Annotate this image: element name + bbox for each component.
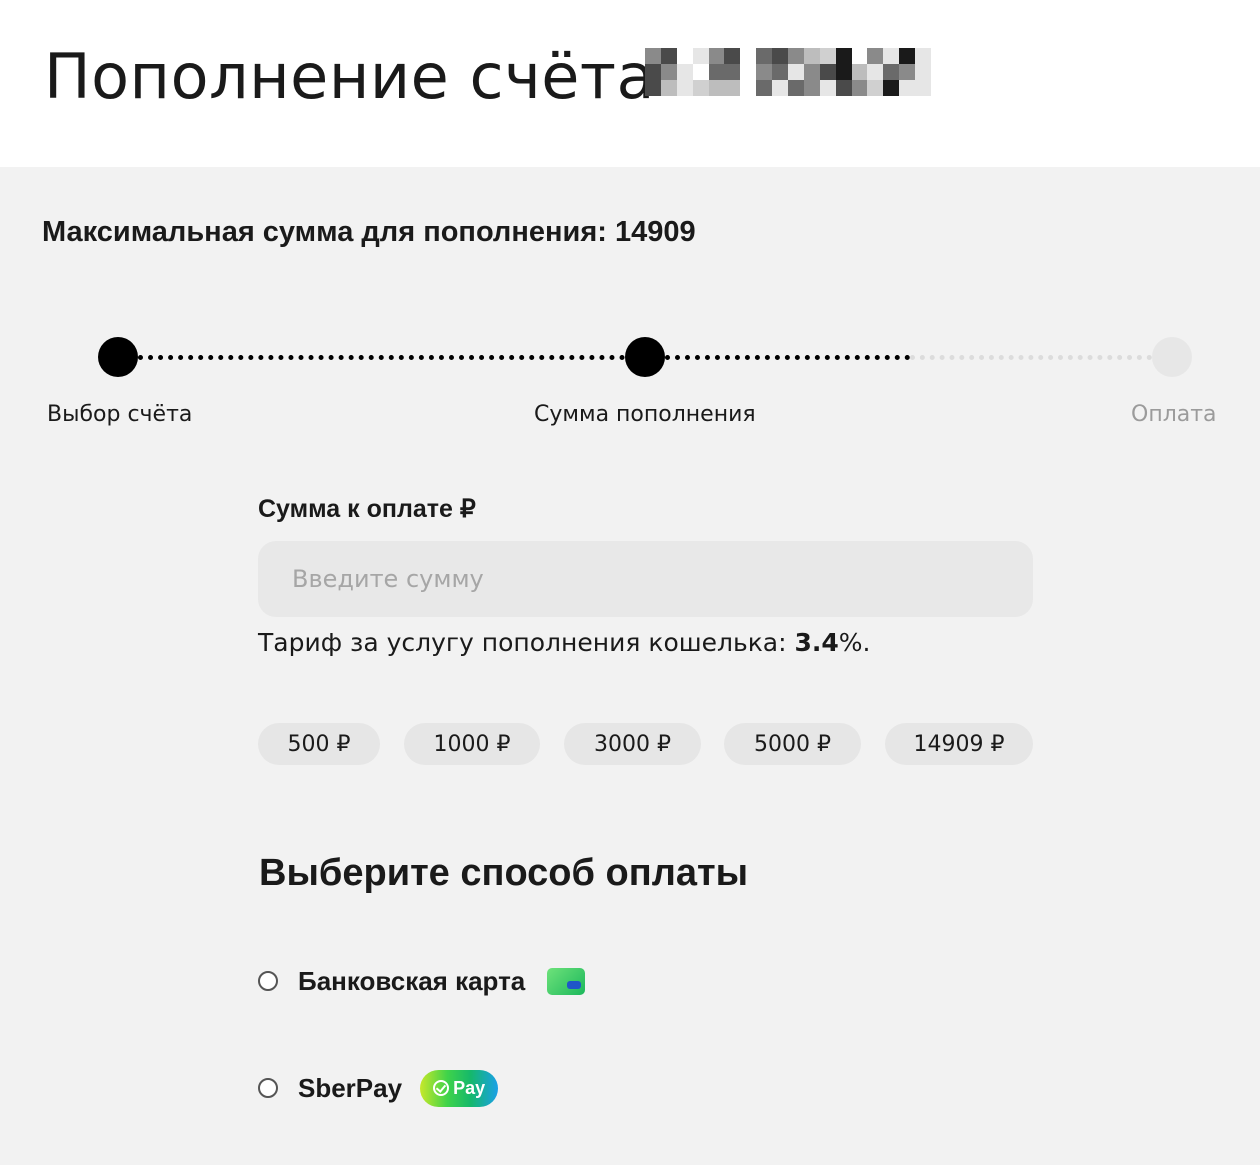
step-2-indicator	[625, 337, 665, 377]
redaction-pixel	[740, 80, 757, 96]
payment-method-sberpay[interactable]: SberPay Pay	[258, 1068, 499, 1108]
redaction-pixel	[803, 64, 820, 80]
redaction-pixel	[708, 48, 725, 64]
stepper-line-1	[138, 355, 625, 360]
redaction-pixel	[851, 64, 868, 80]
redaction-pixel	[772, 48, 788, 64]
redaction-pixel	[692, 80, 709, 96]
step-2-label: Сумма пополнения	[534, 402, 756, 427]
redaction-pixel	[803, 80, 820, 96]
redaction-pixel	[899, 64, 916, 80]
redaction-pixel	[899, 80, 916, 96]
redaction-pixel	[867, 80, 884, 96]
redaction-pixel	[645, 48, 661, 64]
redaction-pixel	[883, 64, 900, 80]
progress-stepper: Выбор счёта Сумма пополнения Оплата	[0, 330, 1260, 440]
tariff-text: Тариф за услугу пополнения кошелька: 3.4…	[258, 628, 871, 657]
redaction-pixel	[645, 80, 661, 96]
redaction-pixel	[803, 48, 820, 64]
payment-method-card[interactable]: Банковская карта	[258, 961, 586, 1001]
quick-amount-1000-button[interactable]: 1000 ₽	[404, 723, 540, 765]
sberpay-label: SberPay	[298, 1072, 403, 1103]
redaction-pixel	[835, 64, 852, 80]
redaction-pixel	[676, 48, 693, 64]
tariff-suffix: %.	[838, 628, 871, 657]
quick-amount-500-button[interactable]: 500 ₽	[258, 723, 380, 765]
redaction-pixel	[740, 64, 757, 80]
redaction-pixel	[867, 64, 884, 80]
step-1-label: Выбор счёта	[47, 402, 193, 427]
redaction-pixel	[724, 80, 741, 96]
redaction-pixel	[772, 64, 788, 80]
redaction-pixel	[883, 48, 900, 64]
quick-amount-max-button[interactable]: 14909 ₽	[885, 723, 1033, 765]
account-number-redacted	[645, 48, 931, 96]
redaction-pixel	[724, 64, 741, 80]
redaction-pixel	[788, 48, 804, 64]
card-radio[interactable]	[258, 971, 278, 991]
redaction-pixel	[835, 80, 852, 96]
stepper-line-3	[910, 355, 1152, 360]
check-icon	[433, 1080, 450, 1096]
card-label: Банковская карта	[298, 965, 526, 996]
sberpay-badge-text: Pay	[453, 1077, 486, 1098]
redaction-pixel	[660, 64, 677, 80]
stepper-line-2	[665, 355, 910, 360]
redaction-pixel	[867, 48, 884, 64]
sberpay-radio[interactable]	[258, 1078, 278, 1098]
page-header: Пополнение счёта	[0, 0, 1260, 167]
amount-input[interactable]	[258, 541, 1033, 617]
tariff-prefix: Тариф за услугу пополнения кошелька:	[258, 628, 795, 657]
amount-label: Сумма к оплате ₽	[258, 495, 476, 523]
redaction-pixel	[883, 80, 900, 96]
redaction-pixel	[708, 64, 725, 80]
redaction-pixel	[660, 80, 677, 96]
redaction-pixel	[819, 64, 836, 80]
redaction-pixel	[819, 80, 836, 96]
redaction-pixel	[740, 48, 757, 64]
redaction-pixel	[676, 64, 693, 80]
redaction-pixel	[756, 80, 773, 96]
redaction-pixel	[851, 48, 868, 64]
sberpay-icon: Pay	[420, 1069, 499, 1107]
redaction-pixel	[645, 64, 661, 80]
redaction-pixel	[708, 80, 725, 96]
page-title: Пополнение счёта	[44, 40, 655, 113]
step-3-indicator	[1152, 337, 1192, 377]
redaction-pixel	[915, 64, 931, 80]
payment-method-title: Выберите способ оплаты	[259, 852, 749, 894]
redaction-pixel	[772, 80, 788, 96]
redaction-pixel	[692, 64, 709, 80]
redaction-pixel	[692, 48, 709, 64]
redaction-pixel	[788, 80, 804, 96]
redaction-pixel	[835, 48, 852, 64]
max-sum-text: Максимальная сумма для пополнения: 14909	[42, 216, 696, 248]
bank-card-icon	[547, 967, 586, 995]
redaction-pixel	[915, 80, 931, 96]
redaction-pixel	[724, 48, 741, 64]
redaction-pixel	[788, 64, 804, 80]
step-3-label: Оплата	[1131, 402, 1217, 427]
quick-amount-3000-button[interactable]: 3000 ₽	[564, 723, 701, 765]
redaction-pixel	[756, 48, 773, 64]
quick-amount-5000-button[interactable]: 5000 ₽	[724, 723, 861, 765]
redaction-pixel	[660, 48, 677, 64]
redaction-pixel	[756, 64, 773, 80]
redaction-pixel	[819, 48, 836, 64]
redaction-pixel	[915, 48, 931, 64]
redaction-pixel	[676, 80, 693, 96]
redaction-pixel	[899, 48, 916, 64]
step-1-indicator	[98, 337, 138, 377]
tariff-value: 3.4	[794, 628, 839, 657]
redaction-pixel	[851, 80, 868, 96]
